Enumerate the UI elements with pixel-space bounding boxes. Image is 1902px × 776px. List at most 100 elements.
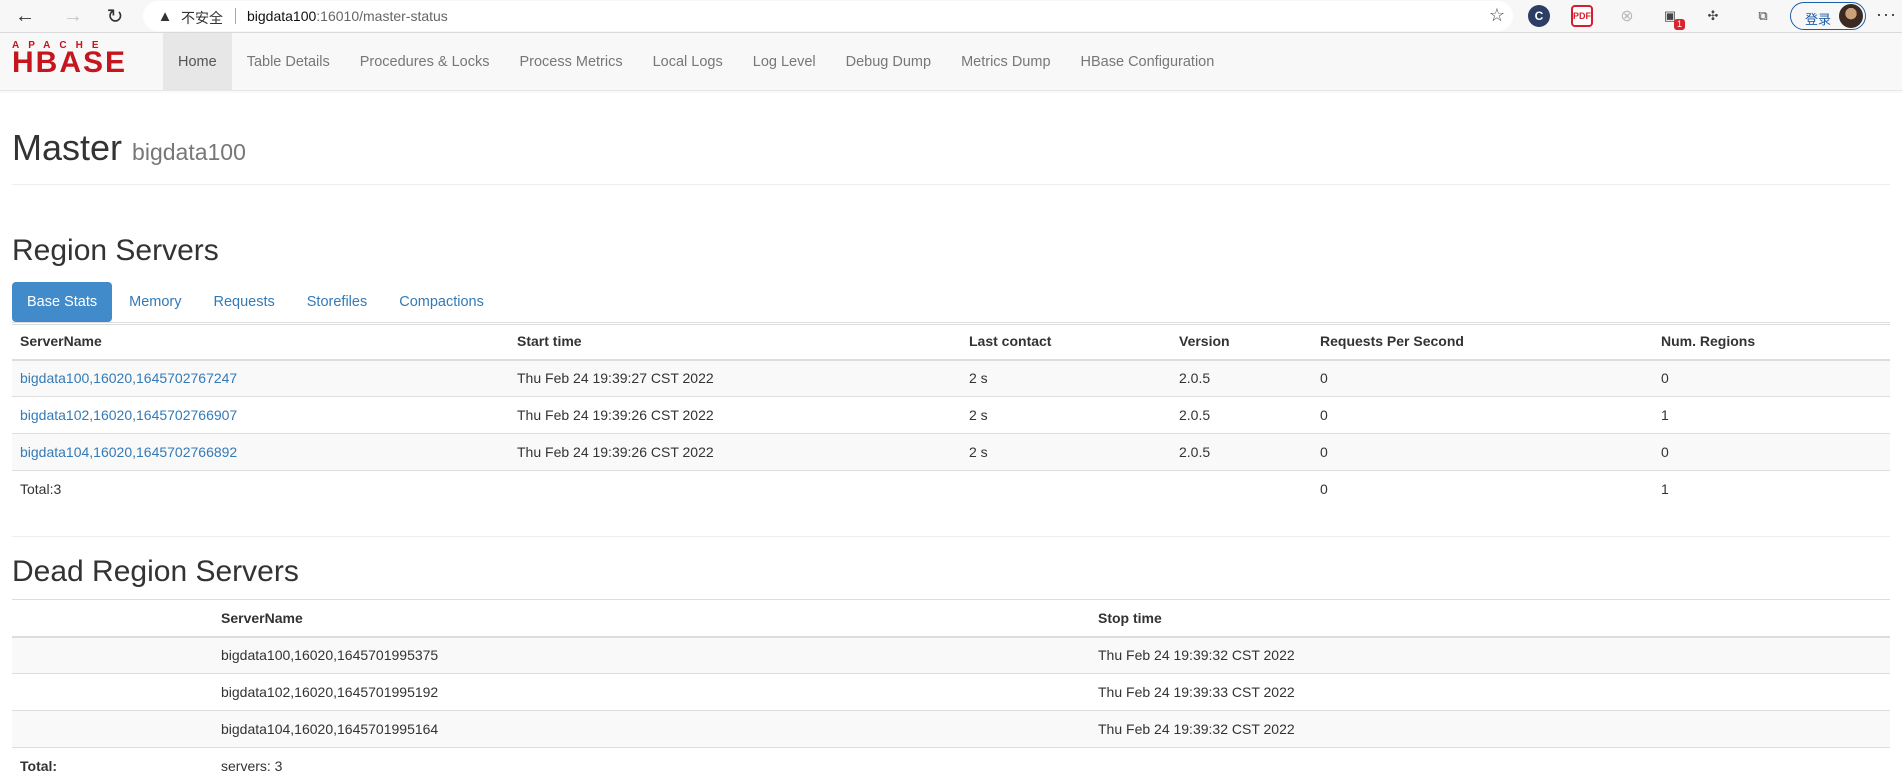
total-servers: servers: 3	[213, 747, 1090, 776]
table-cell: 0	[1653, 359, 1890, 397]
nav-process-metrics[interactable]: Process Metrics	[504, 33, 637, 91]
column-header: ServerName	[12, 322, 509, 361]
table-cell: 2.0.5	[1171, 433, 1312, 471]
column-header	[12, 599, 213, 638]
table-cell: 2 s	[961, 396, 1171, 434]
tab-memory[interactable]: Memory	[114, 282, 196, 322]
forward-arrow-icon[interactable]: →	[60, 3, 86, 29]
table-row: bigdata100,16020,1645702767247 Thu Feb 2…	[12, 359, 1890, 397]
table-cell: 0	[1312, 396, 1653, 434]
table-cell	[509, 470, 961, 508]
address-divider	[235, 8, 236, 24]
login-button[interactable]: 登录	[1790, 2, 1866, 30]
column-header: Last contact	[961, 322, 1171, 361]
table-cell: bigdata102,16020,1645701995192	[213, 673, 1090, 711]
total-row: Total:3 0 1	[12, 470, 1890, 508]
nav-hbase-configuration[interactable]: HBase Configuration	[1066, 33, 1230, 91]
table-cell: Thu Feb 24 19:39:26 CST 2022	[509, 396, 961, 434]
server-link[interactable]: bigdata104,16020,1645702766892	[20, 444, 237, 460]
table-cell	[12, 673, 213, 711]
table-row: bigdata100,16020,1645701995375 Thu Feb 2…	[12, 636, 1890, 674]
pdf-extension-icon[interactable]: PDF	[1571, 5, 1593, 27]
hbase-navbar: APACHE HBASE Home Table Details Procedur…	[0, 33, 1902, 91]
nav-metrics-dump[interactable]: Metrics Dump	[946, 33, 1065, 91]
logo-hbase-text: HBASE	[12, 46, 128, 79]
table-cell	[1171, 470, 1312, 508]
favorite-star-icon[interactable]: ☆	[1489, 5, 1505, 26]
gray-extension-icon[interactable]: ⊗	[1616, 5, 1638, 27]
nav-procedures-locks[interactable]: Procedures & Locks	[345, 33, 505, 91]
column-header: Requests Per Second	[1312, 322, 1653, 361]
hbase-logo[interactable]: APACHE HBASE	[12, 40, 152, 79]
region-servers-tabs: Base Stats Memory Requests Storefiles Co…	[12, 282, 1890, 325]
column-header: ServerName	[213, 599, 1090, 638]
tab-requests[interactable]: Requests	[199, 282, 290, 322]
server-link[interactable]: bigdata102,16020,1645702766907	[20, 407, 237, 423]
region-servers-table: ServerName Start time Last contact Versi…	[12, 322, 1890, 508]
table-row: bigdata104,16020,1645702766892 Thu Feb 2…	[12, 433, 1890, 471]
page-title-text: Master	[12, 127, 123, 168]
page-header: Master bigdata100	[12, 127, 1890, 185]
reload-icon[interactable]: ↻	[102, 3, 128, 29]
c-extension-icon[interactable]: C	[1528, 5, 1550, 27]
server-name-cell: bigdata104,16020,1645702766892	[12, 433, 509, 471]
tab-compactions[interactable]: Compactions	[384, 282, 499, 322]
table-cell: Thu Feb 24 19:39:27 CST 2022	[509, 359, 961, 397]
table-cell: bigdata100,16020,1645701995375	[213, 636, 1090, 674]
nav-home[interactable]: Home	[163, 33, 232, 91]
table-cell: 2 s	[961, 433, 1171, 471]
total-regions: 1	[1653, 470, 1890, 508]
insecure-label[interactable]: 不安全	[181, 8, 223, 28]
table-cell	[12, 636, 213, 674]
collections-icon[interactable]: ⧉	[1752, 5, 1774, 27]
table-cell: 0	[1653, 433, 1890, 471]
page-subtitle: bigdata100	[132, 139, 246, 165]
nav-local-logs[interactable]: Local Logs	[638, 33, 738, 91]
table-cell: 0	[1312, 359, 1653, 397]
login-label: 登录	[1805, 12, 1832, 27]
table-row: bigdata102,16020,1645701995192 Thu Feb 2…	[12, 673, 1890, 711]
table-cell: 2.0.5	[1171, 359, 1312, 397]
nav-debug-dump[interactable]: Debug Dump	[831, 33, 946, 91]
column-header: Version	[1171, 322, 1312, 361]
table-cell: 2 s	[961, 359, 1171, 397]
browser-toolbar: ← → ↻ ▲ 不安全 bigdata100:16010/master-stat…	[0, 0, 1902, 33]
total-row: Total: servers: 3	[12, 747, 1890, 776]
table-header-row: ServerName Start time Last contact Versi…	[12, 322, 1890, 361]
page-title: Master bigdata100	[12, 127, 1890, 169]
notification-badge: 1	[1673, 19, 1685, 30]
puzzle-extensions-icon[interactable]: ✣	[1702, 5, 1724, 27]
table-cell	[12, 710, 213, 748]
region-servers-heading: Region Servers	[12, 234, 219, 267]
address-bar[interactable]: ▲ 不安全 bigdata100:16010/master-status ☆	[143, 1, 1513, 31]
back-arrow-icon[interactable]: ←	[12, 3, 38, 29]
table-cell: Thu Feb 24 19:39:26 CST 2022	[509, 433, 961, 471]
table-cell: Thu Feb 24 19:39:33 CST 2022	[1090, 673, 1890, 711]
table-header-row: ServerName Stop time	[12, 599, 1890, 638]
table-cell	[1090, 747, 1890, 776]
server-name-cell: bigdata100,16020,1645702767247	[12, 359, 509, 397]
table-cell: Thu Feb 24 19:39:32 CST 2022	[1090, 710, 1890, 748]
more-menu-icon[interactable]: ···	[1876, 4, 1897, 25]
main-nav: Home Table Details Procedures & Locks Pr…	[163, 33, 1229, 91]
tab-base-stats[interactable]: Base Stats	[12, 282, 113, 322]
avatar	[1839, 4, 1863, 28]
nav-log-level[interactable]: Log Level	[738, 33, 831, 91]
warning-icon[interactable]: ▲	[155, 6, 175, 26]
column-header: Stop time	[1090, 599, 1890, 638]
table-cell: 1	[1653, 396, 1890, 434]
column-header: Num. Regions	[1653, 322, 1890, 361]
column-header: Start time	[509, 322, 961, 361]
dead-region-servers-table: ServerName Stop time bigdata100,16020,16…	[12, 599, 1890, 776]
server-link[interactable]: bigdata100,16020,1645702767247	[20, 370, 237, 386]
table-row: bigdata104,16020,1645701995164 Thu Feb 2…	[12, 710, 1890, 748]
total-label: Total:	[12, 747, 213, 776]
url-text[interactable]: bigdata100:16010/master-status	[247, 8, 448, 24]
clipboard-extension-icon[interactable]: ▣ 1	[1659, 5, 1685, 30]
table-cell: 2.0.5	[1171, 396, 1312, 434]
tab-storefiles[interactable]: Storefiles	[292, 282, 382, 322]
nav-table-details[interactable]: Table Details	[232, 33, 345, 91]
total-label: Total:3	[12, 470, 509, 508]
section-divider	[12, 536, 1890, 537]
table-cell: Thu Feb 24 19:39:32 CST 2022	[1090, 636, 1890, 674]
